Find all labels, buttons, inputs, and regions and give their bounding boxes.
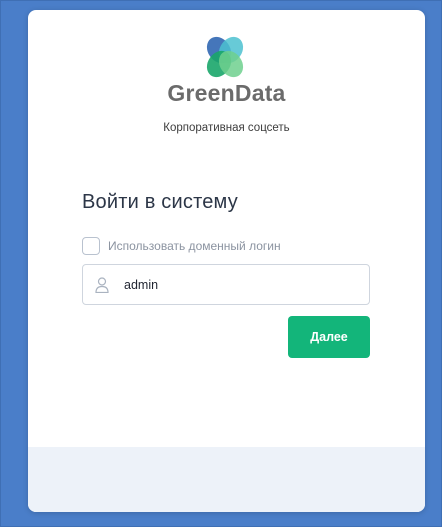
domain-login-option[interactable]: Использовать доменный логин bbox=[82, 237, 281, 255]
user-icon bbox=[95, 276, 109, 293]
card-footer bbox=[28, 447, 425, 512]
page-title: Войти в систему bbox=[82, 191, 238, 213]
username-input[interactable] bbox=[124, 277, 354, 292]
greendata-logo-icon bbox=[206, 36, 244, 78]
domain-login-checkbox[interactable] bbox=[82, 237, 100, 255]
next-button[interactable]: Далее bbox=[288, 316, 370, 358]
login-card: GreenData Корпоративная соцсеть Войти в … bbox=[28, 10, 425, 512]
brand-tagline: Корпоративная соцсеть bbox=[163, 122, 290, 134]
username-field[interactable] bbox=[82, 264, 370, 305]
brand-name: GreenData bbox=[167, 80, 286, 106]
domain-login-label[interactable]: Использовать доменный логин bbox=[108, 239, 281, 253]
